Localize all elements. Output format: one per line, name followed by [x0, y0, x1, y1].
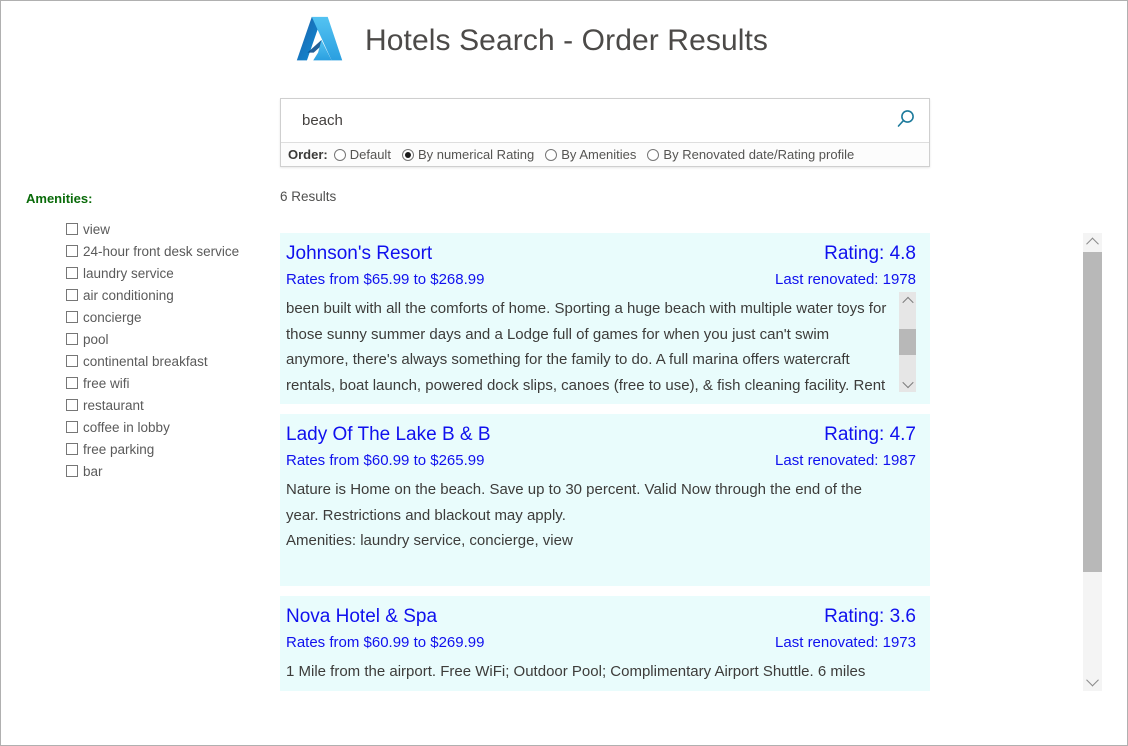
- amenity-continental-breakfast[interactable]: continental breakfast: [66, 350, 266, 372]
- hotel-description: 1 Mile from the airport. Free WiFi; Outd…: [286, 662, 866, 680]
- order-options-row: Order: Default By numerical Rating By Am…: [281, 142, 929, 166]
- hotel-name-link[interactable]: Johnson's Resort: [286, 241, 432, 267]
- amenity-label: concierge: [83, 309, 142, 325]
- amenity-restaurant[interactable]: restaurant: [66, 394, 266, 416]
- amenity-coffee-in-lobby[interactable]: coffee in lobby: [66, 416, 266, 438]
- search-input[interactable]: [281, 100, 883, 141]
- checkbox-icon[interactable]: [66, 399, 78, 411]
- amenity-pool[interactable]: pool: [66, 328, 266, 350]
- amenity-24-hour-front-desk-service[interactable]: 24-hour front desk service: [66, 240, 266, 262]
- radio-numerical-rating-icon[interactable]: [401, 148, 414, 161]
- result-card-subheader: Rates from $60.99 to $265.99 Last renova…: [286, 448, 916, 473]
- scrollbar-thumb[interactable]: [899, 329, 916, 355]
- amenity-free-wifi[interactable]: free wifi: [66, 372, 266, 394]
- checkbox-icon[interactable]: [66, 245, 78, 257]
- result-card-header: Johnson's Resort Rating: 4.8: [286, 241, 916, 267]
- order-option-amenities-label: By Amenities: [561, 147, 637, 162]
- checkbox-icon[interactable]: [66, 267, 78, 279]
- order-option-numerical-rating-label: By numerical Rating: [417, 147, 535, 162]
- description-scrollbar[interactable]: [899, 292, 916, 392]
- hotel-last-renovated: Last renovated: 1973: [775, 633, 916, 651]
- app-header: Hotels Search - Order Results: [291, 9, 768, 73]
- amenities-list: view 24-hour front desk service laundry …: [26, 218, 266, 482]
- scroll-up-icon[interactable]: [1083, 233, 1102, 252]
- scroll-up-icon[interactable]: [899, 292, 916, 309]
- radio-amenities-icon[interactable]: [545, 148, 558, 161]
- checkbox-icon[interactable]: [66, 421, 78, 433]
- amenities-panel: Amenities: view 24-hour front desk servi…: [26, 191, 266, 482]
- order-option-renovated-date[interactable]: By Renovated date/Rating profile: [647, 147, 854, 162]
- hotel-description: been built with all the comforts of home…: [286, 300, 887, 394]
- hotel-description-scroll-area: been built with all the comforts of home…: [286, 292, 916, 394]
- hotel-rates: Rates from $65.99 to $268.99: [286, 271, 485, 288]
- app-window: Hotels Search - Order Results Order: Def…: [0, 0, 1128, 746]
- result-card-subheader: Rates from $65.99 to $268.99 Last renova…: [286, 267, 916, 292]
- order-label: Order:: [288, 147, 328, 162]
- result-card[interactable]: Johnson's Resort Rating: 4.8 Rates from …: [280, 233, 930, 404]
- hotel-last-renovated: Last renovated: 1978: [775, 271, 916, 288]
- results-list: Johnson's Resort Rating: 4.8 Rates from …: [280, 233, 930, 691]
- order-option-numerical-rating[interactable]: By numerical Rating: [401, 147, 535, 162]
- amenity-view[interactable]: view: [66, 218, 266, 240]
- amenity-bar[interactable]: bar: [66, 460, 266, 482]
- checkbox-icon[interactable]: [66, 465, 78, 477]
- hotel-name-link[interactable]: Nova Hotel & Spa: [286, 604, 437, 630]
- scroll-down-icon[interactable]: [1083, 672, 1102, 691]
- hotel-description-area: Nature is Home on the beach. Save up to …: [286, 477, 916, 554]
- order-option-renovated-date-label: By Renovated date/Rating profile: [663, 147, 855, 162]
- result-card-header: Nova Hotel & Spa Rating: 3.6: [286, 604, 916, 630]
- checkbox-icon[interactable]: [66, 333, 78, 345]
- magnifier-icon: [895, 108, 917, 133]
- checkbox-icon[interactable]: [66, 289, 78, 301]
- results-count: 6 Results: [280, 189, 337, 204]
- hotel-description-area: 1 Mile from the airport. Free WiFi; Outd…: [286, 659, 916, 685]
- amenity-label: 24-hour front desk service: [83, 243, 240, 259]
- amenity-concierge[interactable]: concierge: [66, 306, 266, 328]
- radio-renovated-date-icon[interactable]: [647, 148, 660, 161]
- checkbox-icon[interactable]: [66, 311, 78, 323]
- checkbox-icon[interactable]: [66, 377, 78, 389]
- amenity-label: restaurant: [83, 397, 144, 413]
- amenity-label: pool: [83, 331, 109, 347]
- hotel-rating: Rating: 3.6: [824, 605, 916, 627]
- page-title: Hotels Search - Order Results: [365, 24, 769, 57]
- search-panel: Order: Default By numerical Rating By Am…: [280, 98, 930, 167]
- result-card-subheader: Rates from $60.99 to $269.99 Last renova…: [286, 630, 916, 655]
- amenity-label: free parking: [83, 441, 155, 457]
- amenity-free-parking[interactable]: free parking: [66, 438, 266, 460]
- order-option-default-label: Default: [349, 147, 391, 162]
- radio-default-icon[interactable]: [333, 148, 346, 161]
- hotel-rating: Rating: 4.7: [824, 424, 916, 445]
- amenity-label: continental breakfast: [83, 353, 208, 369]
- checkbox-icon[interactable]: [66, 355, 78, 367]
- search-row: [281, 99, 929, 142]
- scrollbar-thumb[interactable]: [1083, 252, 1102, 572]
- search-button[interactable]: [883, 100, 929, 141]
- hotel-name-link[interactable]: Lady Of The Lake B & B: [286, 422, 491, 448]
- result-card[interactable]: Nova Hotel & Spa Rating: 3.6 Rates from …: [280, 595, 930, 691]
- amenity-label: bar: [83, 463, 103, 479]
- amenity-label: view: [83, 221, 111, 237]
- amenity-label: air conditioning: [83, 287, 174, 303]
- amenity-laundry-service[interactable]: laundry service: [66, 262, 266, 284]
- amenity-label: free wifi: [83, 375, 130, 391]
- order-option-default[interactable]: Default: [333, 147, 391, 162]
- checkbox-icon[interactable]: [66, 223, 78, 235]
- amenity-label: coffee in lobby: [83, 419, 170, 435]
- hotel-last-renovated: Last renovated: 1987: [775, 452, 916, 469]
- checkbox-icon[interactable]: [66, 443, 78, 455]
- amenity-label: laundry service: [83, 265, 174, 281]
- results-scrollbar[interactable]: [1083, 233, 1102, 691]
- hotel-description: Nature is Home on the beach. Save up to …: [286, 481, 862, 549]
- scroll-down-icon[interactable]: [899, 375, 916, 392]
- amenities-title: Amenities:: [26, 191, 93, 206]
- hotel-rates: Rates from $60.99 to $269.99: [286, 633, 485, 651]
- amenity-air-conditioning[interactable]: air conditioning: [66, 284, 266, 306]
- result-card[interactable]: Lady Of The Lake B & B Rating: 4.7 Rates…: [280, 414, 930, 586]
- hotel-rates: Rates from $60.99 to $265.99: [286, 452, 485, 469]
- azure-logo-icon: [291, 12, 349, 70]
- result-card-header: Lady Of The Lake B & B Rating: 4.7: [286, 422, 916, 448]
- order-option-amenities[interactable]: By Amenities: [545, 147, 636, 162]
- hotel-rating: Rating: 4.8: [824, 243, 916, 264]
